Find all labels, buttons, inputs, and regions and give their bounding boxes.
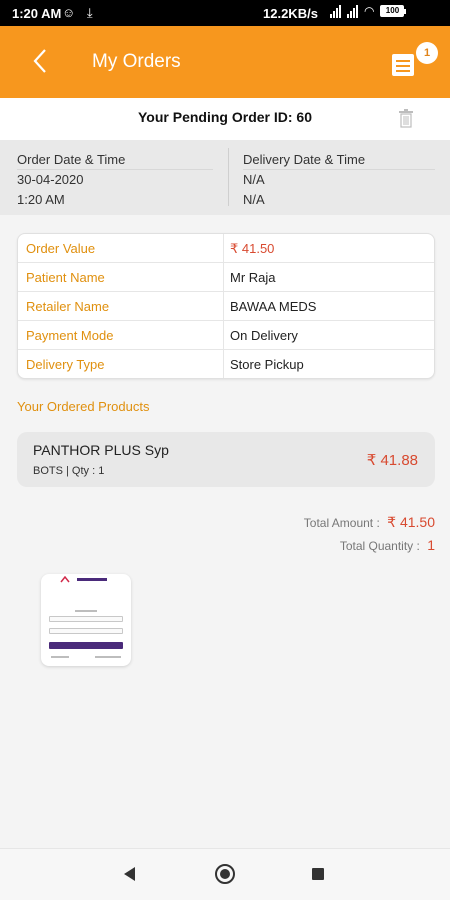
chevron-left-icon[interactable]	[26, 46, 56, 76]
product-name: PANTHOR PLUS Syp	[33, 442, 169, 458]
detail-value: ₹ 41.50	[230, 241, 275, 256]
order-date: 30-04-2020	[17, 172, 84, 187]
cart-icon[interactable]	[392, 48, 418, 78]
pharmacy-logo-icon	[60, 576, 107, 583]
square-recent-icon[interactable]	[312, 868, 324, 880]
prescription-thumbnail[interactable]	[41, 574, 131, 666]
cart-badge: 1	[416, 42, 438, 64]
triangle-back-icon[interactable]	[124, 867, 135, 881]
detail-value: BAWAA MEDS	[230, 299, 317, 314]
delivery-date-column: Delivery Date & Time N/A N/A	[243, 150, 365, 210]
total-amount-label: Total Amount :	[303, 516, 380, 530]
status-bar: 1:20 AM ☺ ⤓ 12.2KB/s ◠ 100	[0, 0, 450, 26]
total-amount-row: Total Amount : ₹ 41.50	[304, 514, 435, 531]
detail-row-payment-mode: Payment Mode On Delivery	[18, 321, 434, 350]
product-card[interactable]: PANTHOR PLUS Syp BOTS | Qty : 1 ₹ 41.88	[17, 432, 435, 487]
network-speed: 12.2KB/s	[263, 6, 318, 21]
circle-home-icon[interactable]	[215, 864, 235, 884]
detail-row-patient-name: Patient Name Mr Raja	[18, 263, 434, 292]
detail-value: Store Pickup	[230, 357, 304, 372]
thumbnail-button-graphic	[49, 642, 123, 649]
order-date-column: Order Date & Time 30-04-2020 1:20 AM	[17, 150, 125, 210]
detail-label: Retailer Name	[26, 299, 110, 314]
total-quantity-value: 1	[427, 537, 435, 553]
order-details-table: Order Value ₹ 41.50 Patient Name Mr Raja…	[17, 233, 435, 379]
wifi-icon: ◠	[364, 4, 375, 18]
detail-label: Delivery Type	[26, 357, 105, 372]
detail-row-delivery-type: Delivery Type Store Pickup	[18, 350, 434, 378]
status-time: 1:20 AM	[12, 6, 62, 21]
delivery-time: N/A	[243, 192, 265, 207]
status-icons: ◠ 100	[330, 4, 407, 18]
detail-value: On Delivery	[230, 328, 298, 343]
delivery-date-underline	[243, 169, 435, 170]
battery-icon: 100	[380, 5, 407, 17]
detail-label: Patient Name	[26, 270, 105, 285]
detail-row-order-value: Order Value ₹ 41.50	[18, 234, 434, 263]
date-divider	[228, 148, 229, 206]
order-header: Your Pending Order ID: 60	[0, 98, 450, 140]
ordered-products-heading: Your Ordered Products	[17, 399, 150, 414]
order-date-underline	[17, 169, 213, 170]
delivery-date-label: Delivery Date & Time	[243, 152, 366, 167]
app-bar: My Orders 1	[0, 26, 450, 98]
notification-icons: ☺ ⤓	[62, 5, 97, 20]
order-date-label: Order Date & Time	[17, 152, 126, 167]
total-quantity-row: Total Quantity : 1	[340, 537, 435, 553]
order-time: 1:20 AM	[17, 192, 65, 207]
detail-value: Mr Raja	[230, 270, 276, 285]
trash-icon[interactable]	[398, 108, 414, 128]
total-quantity-label: Total Quantity :	[339, 539, 420, 553]
system-nav-bar	[0, 848, 450, 900]
signal-icon-2	[347, 4, 358, 18]
detail-label: Payment Mode	[26, 328, 114, 343]
detail-label: Order Value	[26, 241, 96, 256]
signal-icon	[330, 4, 341, 18]
delivery-date: N/A	[243, 172, 265, 187]
detail-row-retailer-name: Retailer Name BAWAA MEDS	[18, 292, 434, 321]
date-panel: Order Date & Time 30-04-2020 1:20 AM Del…	[0, 140, 450, 215]
product-meta: BOTS | Qty : 1	[33, 465, 105, 477]
product-price: ₹ 41.88	[366, 452, 418, 469]
page-title: My Orders	[92, 51, 181, 72]
pending-order-id: Your Pending Order ID: 60	[138, 109, 312, 125]
total-amount-value: ₹ 41.50	[387, 514, 435, 530]
